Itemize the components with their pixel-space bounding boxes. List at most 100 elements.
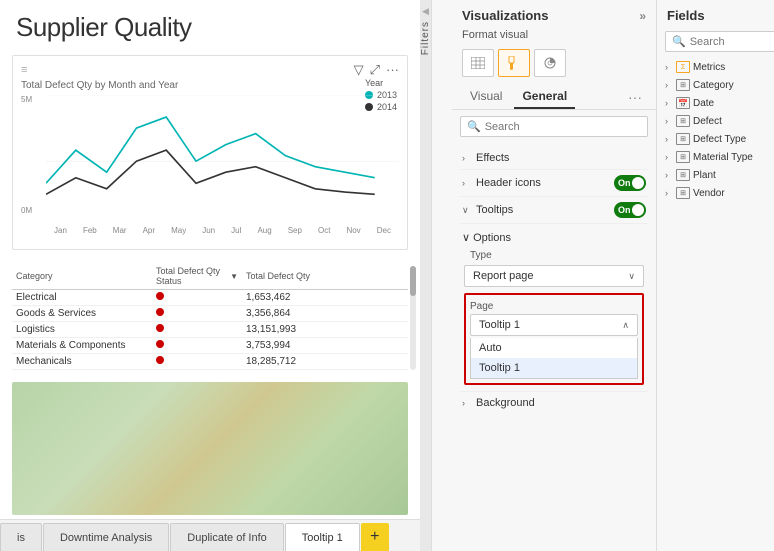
col-qty-label: Total Defect Qty [246,271,310,281]
background-section[interactable]: › Background [460,391,648,414]
canvas-header: Supplier Quality [0,0,420,47]
field-icon-plant: ⊞ [676,169,690,181]
filters-strip[interactable]: ◀ Filters [420,0,432,551]
col-header-status: Total Defect Qty Status ▼ [152,266,242,286]
drag-handle: ≡ [21,64,27,76]
sort-icon[interactable]: ▼ [230,272,238,281]
table-format-icon[interactable] [462,49,494,77]
tab-general[interactable]: General [514,85,575,109]
field-label-defect: Defect [693,116,722,127]
field-metrics[interactable]: › Σ Metrics [661,58,774,76]
expand-panels-icon[interactable]: » [639,9,646,23]
filters-label[interactable]: Filters [420,21,431,55]
table-row: Goods & Services 3,356,864 [12,306,408,322]
col-header-category: Category [12,266,152,286]
field-expand-icon: › [665,188,673,198]
more-icon[interactable]: ··· [386,62,399,78]
field-vendor[interactable]: › ⊞ Vendor [661,184,774,202]
field-icon-defect: ⊞ [676,115,690,127]
viz-search-box[interactable]: 🔍 [460,116,648,137]
page-section: Page Tooltip 1 ∧ Auto Tooltip 1 [464,293,644,385]
field-defect-type[interactable]: › ⊞ Defect Type [661,130,774,148]
cell-category: Mechanicals [12,356,152,367]
expand-icon[interactable]: ⤢ [370,62,380,78]
fields-search-icon: 🔍 [672,35,686,48]
field-icon-material-type: ⊞ [676,151,690,163]
viz-panel-title: Visualizations [462,8,548,23]
cell-status [152,308,242,319]
viz-search-input[interactable] [485,121,641,133]
tab-more[interactable]: ··· [624,85,646,109]
status-dot [156,308,164,316]
effects-section[interactable]: › Effects [460,147,648,170]
filter-icon[interactable]: ▽ [354,62,364,78]
table-grid-svg [471,57,485,69]
field-icon-metrics: Σ [676,61,690,73]
tab-add-button[interactable]: + [361,523,389,551]
tooltips-label: Tooltips [476,204,614,216]
table-visual: Category Total Defect Qty Status ▼ Total… [12,266,408,370]
fields-search-box[interactable]: 🔍 [665,31,774,52]
background-chevron: › [462,398,472,408]
tab-visual[interactable]: Visual [462,85,510,109]
panels-container: Visualizations » Format visual [452,0,774,551]
page-label: Page [470,299,638,314]
chart-visual[interactable]: ≡ ▽ ⤢ ··· Total Defect Qty by Month and … [12,55,408,250]
x-axis-labels: JanFebMarAprMayJun JulAugSepOctNovDec [46,226,399,235]
format-visual-label: Format visual [452,27,656,45]
cell-status [152,324,242,335]
toggle-on-label2: On [618,205,631,215]
table-row: Electrical 1,653,462 [12,290,408,306]
background-label: Background [476,397,646,409]
tooltips-section[interactable]: ∨ Tooltips On [460,197,648,224]
tooltips-toggle[interactable]: On [614,202,646,218]
legend-title: Year [365,78,397,88]
field-expand-icon: › [665,152,673,162]
page-dropdown[interactable]: Tooltip 1 ∧ [470,314,638,336]
field-category[interactable]: › ⊞ Category [661,76,774,94]
cell-status [152,340,242,351]
field-icon-vendor: ⊞ [676,187,690,199]
cell-qty: 18,285,712 [242,356,332,367]
filter-arrow-up[interactable]: ◀ [422,6,429,17]
tab-tooltip1[interactable]: Tooltip 1 [285,523,360,551]
effects-label: Effects [476,152,646,164]
viz-panel-expand[interactable]: » [639,9,646,23]
cell-qty: 3,356,864 [242,308,332,319]
chart-title: Total Defect Qty by Month and Year [21,80,399,91]
fields-content: › Σ Metrics › ⊞ Category › 📅 Date [657,56,774,551]
option-tooltip1[interactable]: Tooltip 1 [471,358,637,378]
header-icons-chevron: › [462,178,472,188]
table-scroll-thumb[interactable] [410,266,416,296]
app-container: Supplier Quality ≡ ▽ ⤢ ··· Total Defect … [0,0,774,551]
toggle-knob [632,177,644,189]
tab-downtime[interactable]: Downtime Analysis [43,523,169,551]
field-date[interactable]: › 📅 Date [661,94,774,112]
field-plant[interactable]: › ⊞ Plant [661,166,774,184]
cell-category: Electrical [12,292,152,303]
table-header-row: Category Total Defect Qty Status ▼ Total… [12,266,408,290]
cell-status [152,292,242,303]
header-icons-toggle[interactable]: On [614,175,646,191]
table-scrollbar[interactable] [410,266,416,370]
type-dropdown[interactable]: Report page ∨ [464,265,644,287]
tab-duplicate[interactable]: Duplicate of Info [170,523,284,551]
search-icon: 🔍 [467,120,481,133]
tab-is[interactable]: is [0,523,42,551]
option-auto[interactable]: Auto [471,338,637,358]
fields-search-input[interactable] [690,36,772,48]
status-dot [156,324,164,332]
options-title: ∨ Options [462,228,646,247]
report-title: Supplier Quality [16,12,404,43]
paint-format-icon[interactable] [498,49,530,77]
y-axis-labels: 5M 0M [21,95,32,215]
analytics-format-icon[interactable] [534,49,566,77]
col-header-qty: Total Defect Qty [242,266,332,286]
cell-category: Goods & Services [12,308,152,319]
field-label-defect-type: Defect Type [693,134,746,145]
header-icons-section[interactable]: › Header icons On [460,170,648,197]
page-dropdown-chevron: ∧ [622,320,629,331]
options-section: ∨ Options Type Report page ∨ Page Toolti… [460,224,648,391]
field-material-type[interactable]: › ⊞ Material Type [661,148,774,166]
field-defect[interactable]: › ⊞ Defect [661,112,774,130]
